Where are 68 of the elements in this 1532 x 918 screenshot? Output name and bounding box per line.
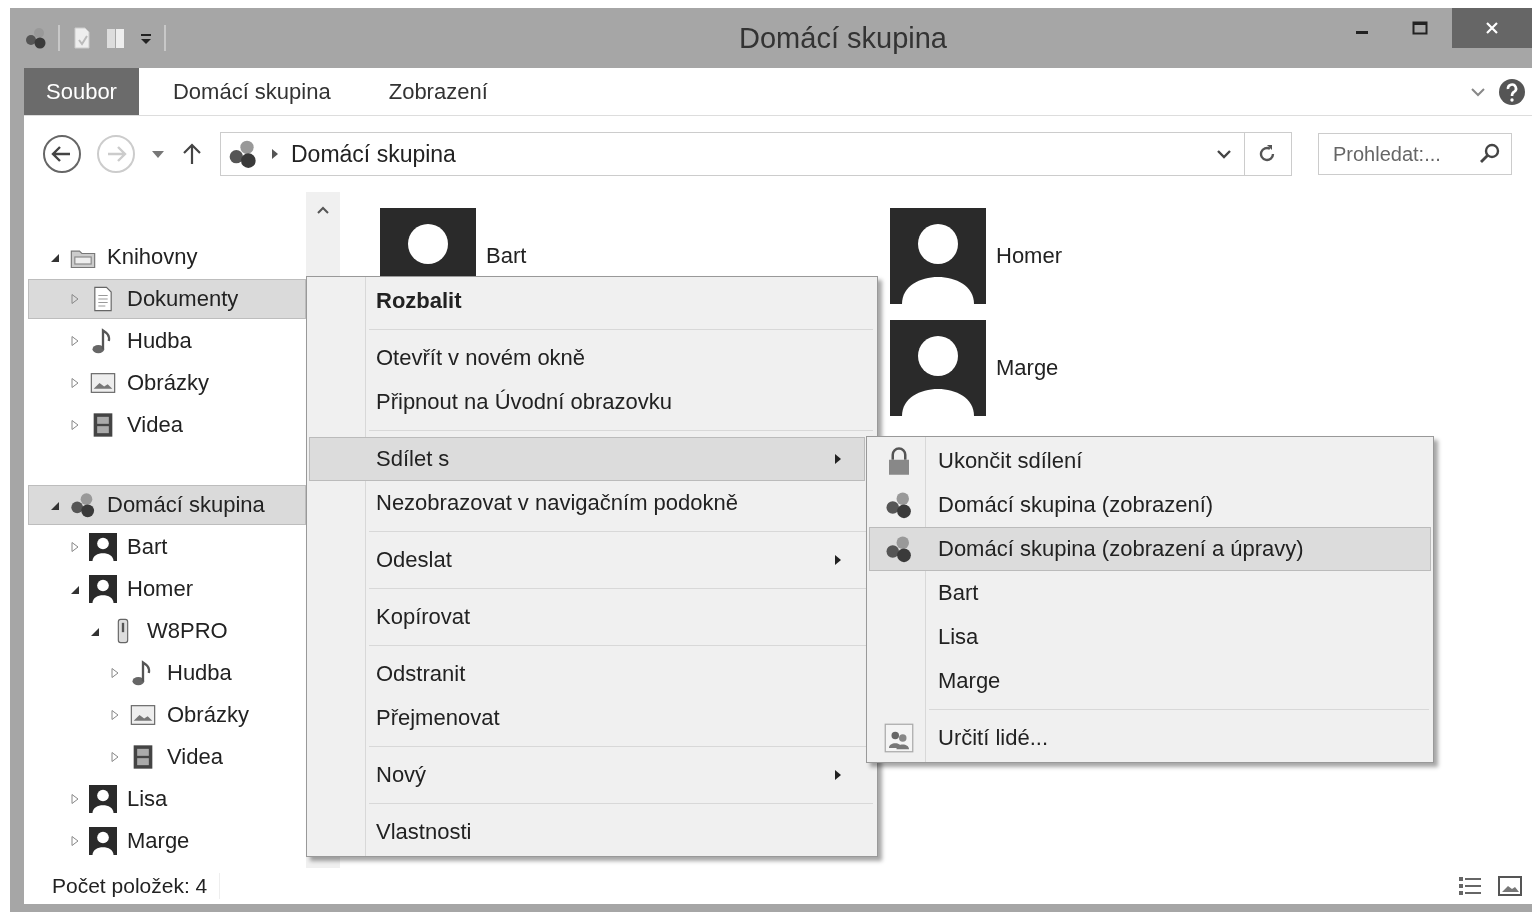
tree-item[interactable]: Knihovny [28, 237, 306, 277]
user-tile[interactable]: Marge [890, 320, 1059, 416]
tree-item[interactable]: Marge [28, 821, 306, 861]
menu-item[interactable]: Nový [309, 753, 865, 797]
collapsed-arrow-icon[interactable] [69, 335, 81, 347]
collapsed-arrow-icon[interactable] [69, 419, 81, 431]
tree-item[interactable]: Domácí skupina [28, 485, 306, 525]
menu-item[interactable]: Domácí skupina (zobrazení a úpravy) [869, 527, 1431, 571]
user-icon [89, 785, 117, 813]
minimize-icon [1356, 30, 1368, 34]
menu-item[interactable]: Bart [869, 571, 1431, 615]
tree-item[interactable]: Videa [28, 737, 306, 777]
menu-item[interactable]: Rozbalit [309, 279, 865, 323]
address-bar[interactable]: Domácí skupina [220, 132, 1292, 176]
tree-item[interactable]: Videa [28, 405, 306, 445]
menu-item[interactable]: Vlastnosti [309, 810, 865, 854]
menu-item[interactable]: Přejmenovat [309, 696, 865, 740]
menu-item[interactable]: Domácí skupina (zobrazení) [869, 483, 1431, 527]
tree-item[interactable]: Hudba [28, 653, 306, 693]
menu-item[interactable]: Kopírovat [309, 595, 865, 639]
tree-item[interactable]: Dokumenty [28, 279, 306, 319]
breadcrumb-item[interactable]: Domácí skupina [291, 140, 456, 168]
ribbon-tab[interactable]: Zobrazení [364, 68, 512, 115]
collapsed-arrow-icon[interactable] [109, 709, 121, 721]
tree-item[interactable]: Obrázky [28, 695, 306, 735]
collapsed-arrow-icon[interactable] [69, 835, 81, 847]
menu-item[interactable]: Odstranit [309, 652, 865, 696]
collapsed-arrow-icon[interactable] [69, 377, 81, 389]
tree-item[interactable]: Homer [28, 569, 306, 609]
collapsed-arrow-icon[interactable] [109, 667, 121, 679]
collapsed-arrow-icon[interactable] [69, 541, 81, 553]
menu-item[interactable]: Nezobrazovat v navigačním podokně [309, 481, 865, 525]
menu-item[interactable]: Marge [869, 659, 1431, 703]
maximize-icon [1412, 20, 1428, 36]
file-tab[interactable]: Soubor [24, 68, 139, 115]
menu-item[interactable]: Lisa [869, 615, 1431, 659]
item-count: Počet položek: 4 [52, 874, 208, 898]
homegroup-icon [884, 534, 914, 564]
user-icon [890, 208, 986, 304]
help-icon[interactable] [1498, 77, 1526, 106]
homegroup-icon[interactable] [24, 26, 48, 50]
collapsed-arrow-icon[interactable] [109, 751, 121, 763]
user-icon [890, 320, 986, 416]
tree-item[interactable]: Bart [28, 527, 306, 567]
collapsed-arrow-icon[interactable] [69, 793, 81, 805]
menu-item[interactable]: Odeslat [309, 538, 865, 582]
tree-item[interactable]: Obrázky [28, 363, 306, 403]
homegroup-icon [69, 491, 97, 519]
user-icon [89, 533, 117, 561]
tree-item[interactable]: W8PRO [28, 611, 306, 651]
search-field[interactable]: Prohledat:... [1318, 133, 1512, 175]
menu-item[interactable]: Sdílet s [309, 437, 865, 481]
ribbon-tab[interactable]: Domácí skupina [148, 68, 355, 115]
menu-item[interactable]: Ukončit sdílení [869, 439, 1431, 483]
user-icon [89, 827, 117, 855]
user-tile[interactable]: Homer [890, 208, 1062, 304]
menu-item[interactable]: Otevřít v novém okně [309, 336, 865, 380]
window-title: Domácí skupina [738, 21, 948, 55]
tree-item[interactable]: Hudba [28, 321, 306, 361]
people-icon [884, 723, 914, 753]
user-icon [89, 575, 117, 603]
back-icon[interactable] [42, 134, 82, 174]
homegroup-icon [884, 490, 914, 520]
homegroup-icon [227, 138, 259, 170]
tree-item[interactable]: Lisa [28, 779, 306, 819]
close-icon [1484, 20, 1500, 36]
menu-item[interactable]: Připnout na Úvodní obrazovku [309, 380, 865, 424]
menu-item[interactable]: Určití lidé... [869, 716, 1431, 760]
